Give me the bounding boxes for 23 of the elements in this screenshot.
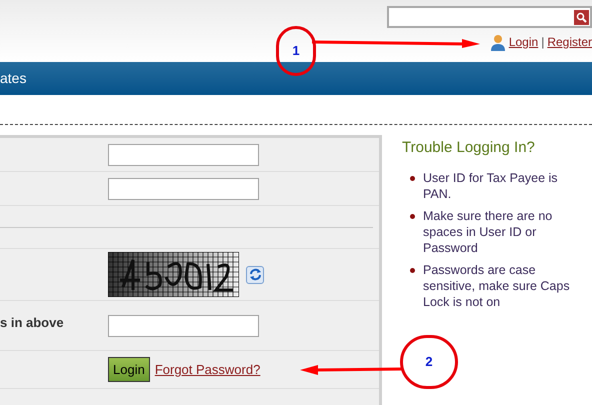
help-tip: Passwords are case sensitive, make sure Caps Lock is not on <box>423 262 571 310</box>
bullet-icon <box>410 176 415 180</box>
help-tip: Make sure there are no spaces in User ID or Password <box>423 208 554 256</box>
captcha-label: s in above <box>0 314 65 332</box>
forgot-password-link[interactable]: Forgot Password? <box>154 360 260 380</box>
input-field[interactable] <box>108 144 259 166</box>
login-link[interactable]: Login <box>508 33 538 51</box>
input-field[interactable] <box>108 178 259 200</box>
nav-item[interactable]: ates <box>0 68 26 89</box>
help-tip: User ID for Tax Payee is PAN. <box>423 170 559 202</box>
annotation-number: 1 <box>292 42 300 60</box>
input-field[interactable] <box>108 314 259 336</box>
search-field[interactable] <box>387 6 592 28</box>
search-icon[interactable] <box>574 10 589 24</box>
register-link[interactable]: Register <box>547 33 592 51</box>
help-title: Trouble Logging In? <box>402 138 536 158</box>
login-button[interactable]: Login <box>108 357 150 382</box>
refresh-icon[interactable] <box>246 266 264 284</box>
user-icon <box>490 34 506 50</box>
separator: | <box>541 34 544 51</box>
annotation-number: 2 <box>425 353 433 372</box>
bullet-icon <box>410 268 415 272</box>
bullet-icon <box>410 214 415 218</box>
